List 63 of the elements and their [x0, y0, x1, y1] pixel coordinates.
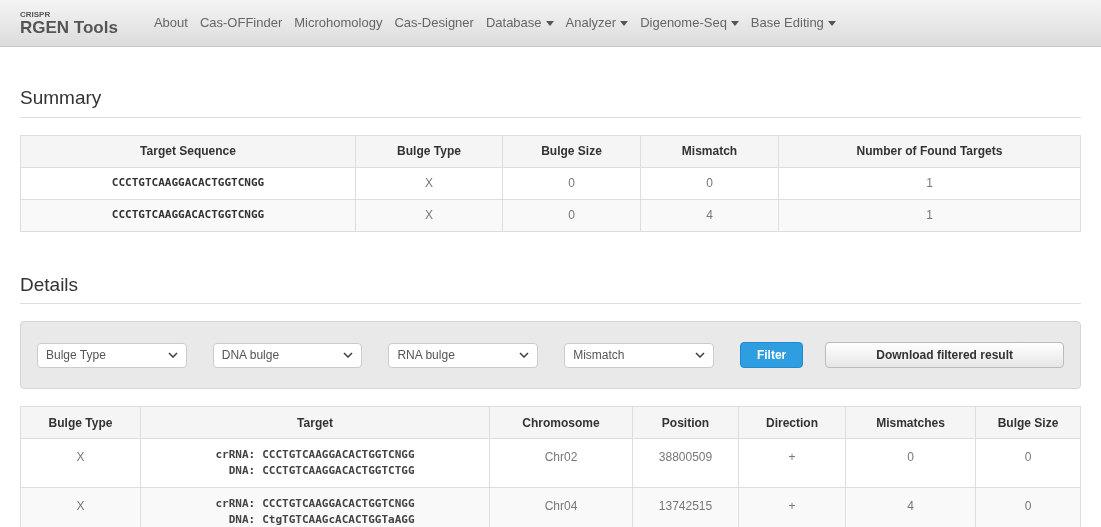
sequence-text: CCCTGTCAAGGACACTGGTCNGG: [262, 496, 415, 512]
filter-select[interactable]: Mismatch: [564, 342, 714, 368]
nav-link[interactable]: Microhomology: [294, 13, 383, 33]
sequence-label: DNA:: [227, 512, 256, 527]
column-header: Target: [140, 406, 490, 439]
nav-link[interactable]: Cas-Designer: [394, 13, 474, 33]
nav-link[interactable]: Base Editing: [750, 13, 836, 33]
column-header: Direction: [738, 406, 846, 439]
table-cell: X: [20, 487, 141, 527]
table-cell: 38800509: [632, 438, 739, 488]
table-cell: CCCTGTCAAGGACACTGGTCNGG: [20, 199, 356, 231]
table-cell: +: [738, 438, 846, 488]
column-header: Mismatch: [640, 135, 779, 167]
filter-select[interactable]: DNA bulge: [212, 342, 363, 368]
table-cell: 1: [778, 167, 1081, 199]
column-header: Bulge Size: [502, 135, 641, 167]
table-cell: 4: [640, 199, 779, 231]
table-cell: 0: [502, 199, 641, 231]
sequence-text: CCCTGTCAAGGACACTGGTCTGG: [262, 463, 415, 479]
column-header: Position: [632, 406, 739, 439]
column-header: Bulge Size: [975, 406, 1081, 439]
nav-link[interactable]: About: [153, 13, 188, 33]
chevron-down-icon: [343, 352, 354, 358]
table-cell: 1: [778, 199, 1081, 231]
nav-link[interactable]: Database: [485, 13, 554, 33]
chevron-down-icon: [694, 352, 705, 358]
table-cell: 0: [502, 167, 641, 199]
sequence-label: crRNA:: [215, 496, 256, 512]
table-cell: 0: [845, 438, 976, 488]
nav-link[interactable]: Analyzer: [565, 13, 629, 33]
column-header: Bulge Type: [20, 406, 141, 439]
caret-icon: [730, 20, 739, 26]
download-button[interactable]: Download filtered result: [825, 342, 1064, 368]
brand-title[interactable]: RGEN Tools: [20, 18, 118, 36]
filter-button[interactable]: Filter: [739, 342, 804, 368]
nav-link[interactable]: Digenome-Seq: [640, 13, 739, 33]
table-cell: CCCTGTCAAGGACACTGGTCNGG: [20, 167, 356, 199]
column-header: Chromosome: [489, 406, 633, 439]
nav-link[interactable]: Cas-OFFinder: [199, 13, 283, 33]
table-cell: 0: [975, 438, 1081, 488]
column-header: Mismatches: [845, 406, 976, 439]
table-cell: X: [355, 199, 503, 231]
sequence-label: crRNA:: [215, 447, 256, 463]
chevron-down-icon: [167, 352, 178, 358]
table-cell: Chr02: [489, 438, 633, 488]
column-header: Bulge Type: [355, 135, 503, 167]
table-cell: X: [20, 438, 141, 488]
filter-select[interactable]: Bulge Type: [37, 342, 187, 368]
column-header: Number of Found Targets: [778, 135, 1081, 167]
sequence-text: CCCTGTCAAGGACACTGGTCNGG: [262, 447, 415, 463]
filter-select[interactable]: RNA bulge: [388, 342, 539, 368]
chevron-down-icon: [519, 352, 530, 358]
section-heading: Summary: [20, 84, 1081, 118]
table-cell: X: [355, 167, 503, 199]
column-header: Target Sequence: [20, 135, 356, 167]
brand-subtitle: CRISPR: [20, 10, 52, 19]
section-heading: Details: [20, 270, 1081, 304]
caret-icon: [827, 20, 836, 26]
table-cell: 0: [640, 167, 779, 199]
sequence-label: DNA:: [227, 463, 256, 479]
sequence-text: CtgTGTCAAGcACACTGGTaAGG: [262, 512, 415, 527]
caret-icon: [620, 20, 629, 26]
caret-icon: [545, 20, 554, 26]
